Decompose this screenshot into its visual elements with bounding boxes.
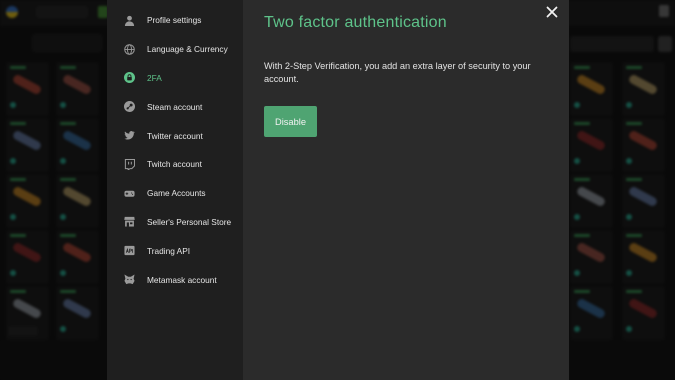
gamepad-icon (123, 187, 135, 199)
sidebar-item-language-currency[interactable]: Language & Currency (107, 35, 243, 64)
sidebar-item-label: Twitch account (147, 159, 202, 170)
sidebar-item-profile-settings[interactable]: Profile settings (107, 6, 243, 35)
sidebar-item-label: Metamask account (147, 274, 217, 285)
twitch-icon (123, 158, 135, 170)
sidebar-item-twitter-account[interactable]: Twitter account (107, 121, 243, 150)
sidebar-item-steam-account[interactable]: Steam account (107, 92, 243, 121)
sidebar-item-twitch-account[interactable]: Twitch account (107, 150, 243, 179)
user-icon (123, 14, 135, 26)
sidebar-item-metamask-account[interactable]: Metamask account (107, 265, 243, 294)
sidebar-item-label: Seller's Personal Store (147, 216, 232, 227)
api-icon (123, 245, 135, 257)
sidebar-item-game-accounts[interactable]: Game Accounts (107, 179, 243, 208)
sidebar-item-label: Language & Currency (147, 44, 228, 55)
sidebar-item-label: 2FA (147, 72, 162, 83)
sidebar-item-label: Twitter account (147, 130, 203, 141)
page-title: Two factor authentication (264, 14, 447, 31)
sidebar-item-label: Game Accounts (147, 188, 206, 199)
sidebar-item-label: Trading API (147, 245, 191, 256)
store-icon (123, 216, 135, 228)
two-factor-panel: Two factor authentication With 2-Step Ve… (243, 0, 569, 380)
sidebar-item-label: Profile settings (147, 15, 202, 26)
sidebar-item-sellers-personal-store[interactable]: Seller's Personal Store (107, 208, 243, 237)
steam-icon (123, 101, 135, 113)
twitter-icon (123, 130, 135, 142)
lock-icon (123, 72, 135, 84)
sidebar-item-trading-api[interactable]: Trading API (107, 236, 243, 265)
fox-icon (123, 274, 135, 286)
settings-modal: Profile settings Language & Currency 2FA… (107, 0, 569, 380)
globe-icon (123, 43, 135, 55)
sidebar-item-2fa[interactable]: 2FA (107, 64, 243, 93)
two-factor-description: With 2-Step Verification, you add an ext… (264, 61, 531, 84)
sidebar-item-label: Steam account (147, 101, 203, 112)
settings-sidebar: Profile settings Language & Currency 2FA… (107, 0, 243, 380)
disable-2fa-button[interactable]: Disable (264, 106, 317, 137)
close-icon[interactable] (545, 5, 559, 19)
